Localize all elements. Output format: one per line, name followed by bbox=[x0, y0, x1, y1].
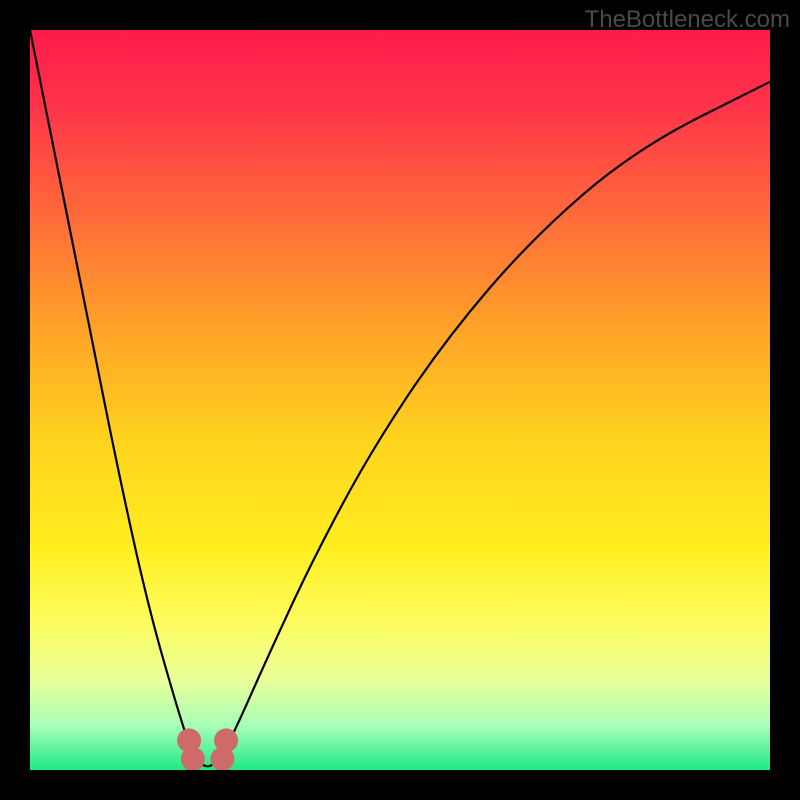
chart-frame: TheBottleneck.com bbox=[0, 0, 800, 800]
curve-marker bbox=[214, 728, 238, 752]
gradient-background bbox=[30, 30, 770, 770]
plot-area bbox=[30, 30, 770, 770]
curve-marker bbox=[181, 747, 205, 770]
chart-svg bbox=[30, 30, 770, 770]
